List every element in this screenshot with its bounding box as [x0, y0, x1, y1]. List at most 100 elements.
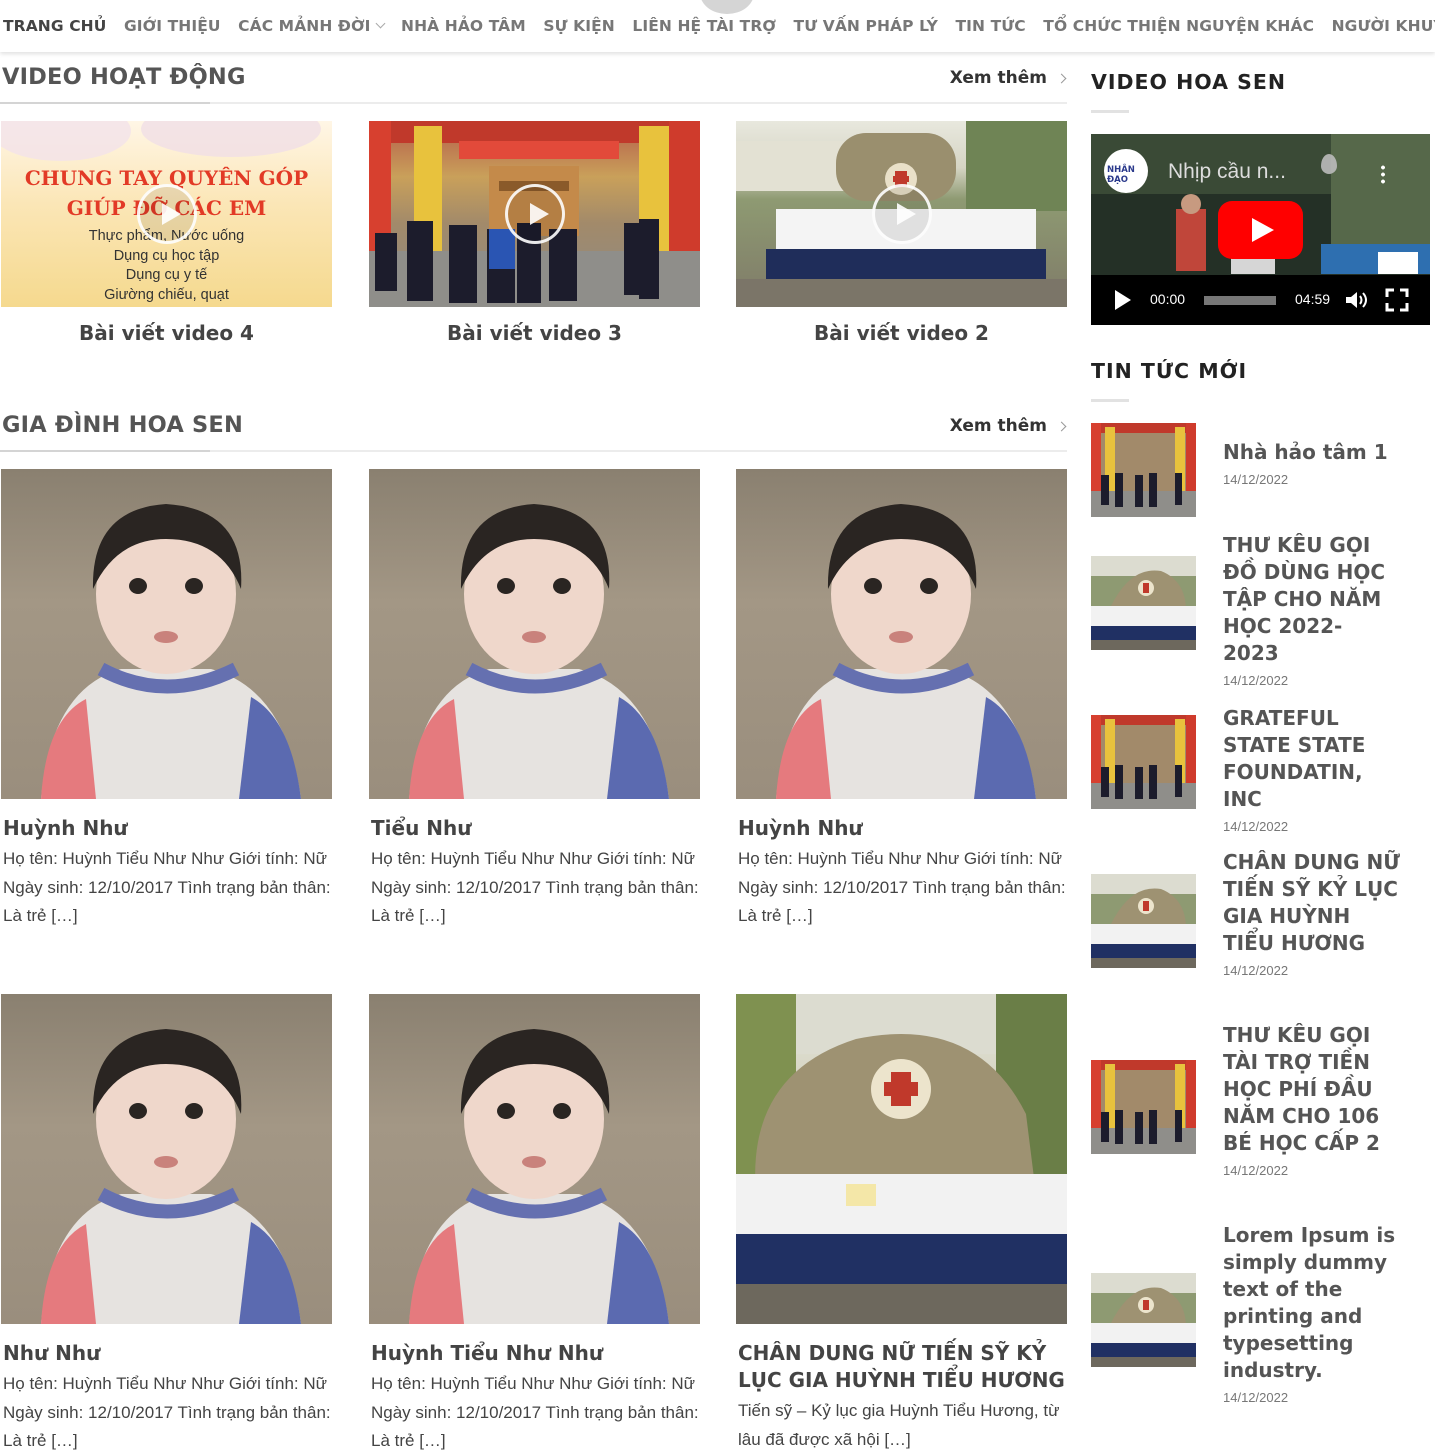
news-thumbnail[interactable]	[1091, 423, 1196, 517]
news-thumbnail[interactable]	[1091, 715, 1196, 809]
gate-thumb-art	[1091, 1060, 1196, 1154]
family-card[interactable]: Huỳnh Tiểu Như Như Họ tên: Huỳnh Tiểu Nh…	[369, 994, 700, 1456]
card-title[interactable]: Huỳnh Như	[736, 815, 1067, 842]
nav-item-sponsor-contact[interactable]: LIÊN HỆ TÀI TRỢ	[632, 17, 776, 35]
family-card[interactable]: Tiểu Như Họ tên: Huỳnh Tiểu Như Như Giới…	[369, 469, 700, 931]
video-card[interactable]: CHUNG TAY QUYÊN GÓP GIÚP ĐỠ CÁC EM Thực …	[1, 121, 332, 345]
chevron-right-icon	[1056, 421, 1067, 432]
group-photo[interactable]	[736, 994, 1067, 1324]
news-thumbnail[interactable]	[1091, 1060, 1196, 1154]
poster-line: Giường chiếu, quạt	[104, 286, 229, 303]
nav-item-label: NHÀ HẢO TÂM	[401, 17, 526, 35]
card-title[interactable]: Huỳnh Như	[1, 815, 332, 842]
news-text: Lorem Ipsum is simply dummy text of the …	[1223, 1222, 1403, 1405]
nav-item-donors[interactable]: NHÀ HẢO TÂM	[401, 17, 526, 35]
nav-tab-handle[interactable]	[700, 0, 754, 14]
poster-line: Dụng cụ y tế	[125, 267, 208, 283]
news-title[interactable]: Nhà hảo tâm 1	[1223, 439, 1403, 466]
channel-logo-text: NHÂN ĐẠO	[1107, 165, 1135, 185]
volume-icon[interactable]	[1345, 290, 1369, 310]
progress-bar[interactable]	[1204, 296, 1276, 305]
family-card[interactable]: Như Như Họ tên: Huỳnh Tiểu Như Như Giới …	[1, 994, 332, 1456]
chevron-down-icon	[375, 18, 385, 29]
card-excerpt: Họ tên: Huỳnh Tiểu Như Như Giới tính: Nữ…	[371, 849, 699, 925]
child-photo[interactable]	[736, 469, 1067, 799]
watch-later-icon[interactable]	[1321, 154, 1337, 174]
nav-item-about[interactable]: GIỚI THIỆU	[124, 17, 221, 35]
video-title[interactable]: Bài viết video 3	[369, 321, 700, 345]
news-thumbnail[interactable]	[1091, 556, 1196, 650]
video-player[interactable]: NHÂN ĐẠO Nhịp cầu n... 00:00 04:59	[1091, 134, 1430, 325]
poster-line: Dụng cụ học tập	[113, 247, 220, 264]
child-photo[interactable]	[369, 469, 700, 799]
nav-item-label: NGƯỜI KHUYẾT TẬT	[1331, 17, 1435, 35]
news-date: 14/12/2022	[1223, 673, 1289, 688]
nav-item-label: TỔ CHỨC THIỆN NGUYỆN KHÁC	[1043, 17, 1315, 35]
card-excerpt: Họ tên: Huỳnh Tiểu Như Như Giới tính: Nữ…	[371, 1374, 699, 1450]
video-thumbnail[interactable]	[736, 121, 1067, 307]
card-title[interactable]: Tiểu Như	[369, 815, 700, 842]
main-nav: TRANG CHỦ GIỚI THIỆU CÁC MẢNH ĐỜI NHÀ HẢ…	[0, 0, 1435, 52]
news-title[interactable]: GRATEFUL STATE STATE FOUNDATIN, INC	[1223, 705, 1403, 813]
see-more-link[interactable]: Xem thêm	[950, 416, 1047, 436]
nav-item-label: SỰ KIỆN	[543, 17, 615, 35]
nav-item-legal[interactable]: TƯ VẤN PHÁP LÝ	[794, 17, 938, 35]
channel-logo[interactable]: NHÂN ĐẠO	[1104, 149, 1148, 193]
total-time: 04:59	[1295, 291, 1331, 307]
family-card[interactable]: CHÂN DUNG NỮ TIẾN SỸ KỶ LỤC GIA HUỲNH TI…	[736, 994, 1067, 1454]
news-date: 14/12/2022	[1223, 1163, 1289, 1178]
player-controls: 00:00 04:59	[1091, 275, 1430, 325]
news-text: THƯ KÊU GỌI ĐỒ DÙNG HỌC TẬP CHO NĂM HỌC …	[1223, 532, 1403, 688]
news-title[interactable]: THƯ KÊU GỌI TÀI TRỢ TIỀN HỌC PHÍ ĐẦU NĂM…	[1223, 1022, 1403, 1157]
news-text: GRATEFUL STATE STATE FOUNDATIN, INC 14/1…	[1223, 705, 1403, 834]
play-icon[interactable]	[136, 184, 197, 244]
child-photo[interactable]	[369, 994, 700, 1324]
nav-item-charity-orgs[interactable]: TỔ CHỨC THIỆN NGUYỆN KHÁC	[1043, 17, 1314, 35]
news-title[interactable]: THƯ KÊU GỌI ĐỒ DÙNG HỌC TẬP CHO NĂM HỌC …	[1223, 532, 1403, 667]
video-thumbnail[interactable]: CHUNG TAY QUYÊN GÓP GIÚP ĐỠ CÁC EM Thực …	[1, 121, 332, 307]
child-portrait	[776, 504, 1036, 799]
play-icon[interactable]	[871, 184, 932, 244]
video-title[interactable]: Nhịp cầu n...	[1168, 160, 1286, 184]
see-more-link[interactable]: Xem thêm	[950, 68, 1047, 88]
nav-item-label: CÁC MẢNH ĐỜI	[238, 17, 371, 35]
more-options-icon[interactable]	[1381, 164, 1385, 184]
section-title: VIDEO HOẠT ĐỘNG	[2, 64, 246, 90]
section-underline	[0, 102, 210, 104]
school-group-art	[736, 994, 1067, 1324]
fullscreen-icon[interactable]	[1385, 288, 1409, 312]
play-icon[interactable]	[504, 184, 565, 244]
nav-item-label: TIN TỨC	[955, 17, 1026, 35]
card-excerpt: Họ tên: Huỳnh Tiểu Như Như Giới tính: Nữ…	[3, 849, 331, 925]
news-title[interactable]: Lorem Ipsum is simply dummy text of the …	[1223, 1222, 1403, 1384]
card-title[interactable]: Huỳnh Tiểu Như Như	[369, 1340, 700, 1367]
video-card[interactable]: Bài viết video 3	[369, 121, 700, 345]
card-title[interactable]: CHÂN DUNG NỮ TIẾN SỸ KỶ LỤC GIA HUỲNH TI…	[736, 1340, 1067, 1394]
nav-item-disabled[interactable]: NGƯỜI KHUYẾT TẬT	[1332, 17, 1435, 35]
nav-item-label: GIỚI THIỆU	[123, 17, 221, 35]
family-card[interactable]: Huỳnh Như Họ tên: Huỳnh Tiểu Như Như Giớ…	[1, 469, 332, 931]
family-section-header: GIA ĐÌNH HOA SEN Xem thêm	[0, 412, 1067, 452]
nav-item-news[interactable]: TIN TỨC	[955, 17, 1025, 35]
news-thumbnail[interactable]	[1091, 1273, 1196, 1367]
section-underline	[0, 450, 210, 452]
child-portrait	[41, 1029, 301, 1324]
child-portrait	[409, 504, 669, 799]
nav-item-label: LIÊN HỆ TÀI TRỢ	[632, 17, 777, 35]
nav-item-lives[interactable]: CÁC MẢNH ĐỜI	[238, 17, 385, 35]
child-photo[interactable]	[1, 994, 332, 1324]
family-card[interactable]: Huỳnh Như Họ tên: Huỳnh Tiểu Như Như Giớ…	[736, 469, 1067, 931]
nav-item-home[interactable]: TRANG CHỦ	[3, 17, 106, 35]
child-photo[interactable]	[1, 469, 332, 799]
play-icon[interactable]	[1115, 290, 1131, 310]
news-thumbnail[interactable]	[1091, 874, 1196, 968]
nav-item-events[interactable]: SỰ KIỆN	[543, 17, 615, 35]
video-card[interactable]: Bài viết video 2	[736, 121, 1067, 345]
news-title[interactable]: CHÂN DUNG NỮ TIẾN SỸ KỶ LỤC GIA HUỲNH TI…	[1223, 849, 1403, 957]
video-title[interactable]: Bài viết video 4	[1, 321, 332, 345]
chevron-right-icon	[1056, 73, 1067, 84]
youtube-play-icon[interactable]	[1218, 201, 1303, 259]
video-title[interactable]: Bài viết video 2	[736, 321, 1067, 345]
video-thumbnail[interactable]	[369, 121, 700, 307]
card-title[interactable]: Như Như	[1, 1340, 332, 1367]
